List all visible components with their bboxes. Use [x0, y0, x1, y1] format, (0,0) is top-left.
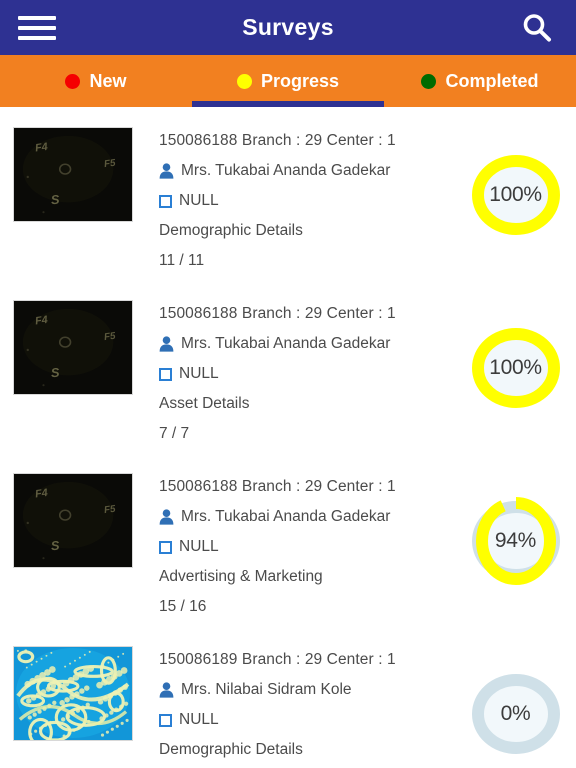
question-count: 15 / 16	[159, 598, 207, 615]
person-row: Mrs. Tukabai Ananda Gadekar	[159, 502, 463, 532]
list-item-details: 150086188 Branch : 29 Center : 1 Mrs. Tuk…	[133, 467, 463, 622]
svg-text:F4: F4	[34, 141, 48, 155]
status-row: NULL	[159, 532, 463, 562]
survey-name: Demographic Details	[159, 222, 303, 239]
survey-thumbnail[interactable]: F4 F5 S	[13, 473, 133, 568]
status-label: NULL	[179, 365, 219, 382]
status-row: NULL	[159, 705, 463, 735]
status-label: NULL	[179, 192, 219, 209]
survey-name: Asset Details	[159, 395, 250, 412]
checkbox-unchecked-icon[interactable]	[159, 713, 172, 727]
tab-completed[interactable]: Completed	[384, 55, 576, 107]
tab-bar: New Progress Completed	[0, 55, 576, 107]
checkbox-unchecked-icon[interactable]	[159, 194, 172, 208]
survey-name: Advertising & Marketing	[159, 568, 323, 585]
tab-label: Progress	[260, 70, 340, 91]
svg-text:F5: F5	[103, 158, 116, 171]
hamburger-bar	[18, 25, 56, 30]
tab-new[interactable]: New	[0, 55, 192, 107]
progress-ring: 0%	[468, 670, 564, 758]
tab-label: New	[89, 70, 127, 91]
person-name: Mrs. Tukabai Ananda Gadekar	[181, 162, 391, 179]
question-count: 11 / 11	[159, 252, 205, 269]
checkbox-unchecked-icon[interactable]	[159, 540, 172, 554]
person-icon	[159, 336, 174, 352]
survey-id-line: 150086188 Branch : 29 Center : 1	[159, 478, 396, 495]
list-item[interactable]: F4 F5 S 150086188 Branch : 29 Center : 1 Mrs…	[0, 462, 576, 635]
survey-list: F4 F5 S 150086188 Branch : 29 Center : 1 Mrs…	[0, 107, 576, 768]
progress-ring: 100%	[468, 151, 564, 239]
tab-progress[interactable]: Progress	[192, 55, 384, 107]
survey-thumbnail[interactable]: F4 F5 S	[13, 127, 133, 222]
person-name: Mrs. Nilabai Sidram Kole	[181, 681, 352, 698]
status-row: NULL	[159, 359, 463, 389]
person-icon	[159, 163, 174, 179]
survey-id-line: 150086188 Branch : 29 Center : 1	[159, 132, 396, 149]
list-item-details: 150086189 Branch : 29 Center : 1 Mrs. Nil…	[133, 640, 463, 768]
person-name: Mrs. Tukabai Ananda Gadekar	[181, 335, 391, 352]
progress-ring-wrapper: 94%	[463, 471, 568, 611]
progress-ring-wrapper: 100%	[463, 125, 568, 265]
status-label: NULL	[179, 538, 219, 555]
list-item-details: 150086188 Branch : 29 Center : 1 Mrs. Tuk…	[133, 121, 463, 276]
list-item[interactable]: F4 F5 S 150086188 Branch : 29 Center : 1 Mrs…	[0, 289, 576, 462]
progress-ring-wrapper: 0%	[463, 644, 568, 768]
tab-status-dot	[421, 73, 437, 89]
progress-ring: 100%	[468, 324, 564, 412]
person-row: Mrs. Tukabai Ananda Gadekar	[159, 329, 463, 359]
hamburger-bar	[18, 15, 56, 20]
progress-ring-wrapper: 100%	[463, 298, 568, 438]
page-title: Surveys	[242, 14, 334, 40]
list-item[interactable]: 150086189 Branch : 29 Center : 1 Mrs. Nil…	[0, 635, 576, 768]
search-icon[interactable]	[516, 7, 558, 49]
svg-text:F4: F4	[34, 487, 48, 501]
progress-ring: 94%	[468, 497, 564, 585]
person-row: Mrs. Tukabai Ananda Gadekar	[159, 156, 463, 186]
survey-thumbnail[interactable]	[13, 646, 133, 741]
status-row: NULL	[159, 186, 463, 216]
svg-text:F5: F5	[103, 331, 116, 344]
progress-percent-label: 0%	[500, 702, 531, 725]
checkbox-unchecked-icon[interactable]	[159, 367, 172, 381]
hamburger-bar	[18, 35, 56, 40]
status-label: NULL	[179, 711, 219, 728]
person-name: Mrs. Tukabai Ananda Gadekar	[181, 508, 391, 525]
progress-percent-label: 94%	[494, 529, 537, 552]
person-row: Mrs. Nilabai Sidram Kole	[159, 675, 463, 705]
list-item[interactable]: F4 F5 S 150086188 Branch : 29 Center : 1 Mrs…	[0, 116, 576, 289]
question-count: 7 / 7	[159, 425, 190, 442]
survey-id-line: 150086188 Branch : 29 Center : 1	[159, 305, 396, 322]
tab-status-dot	[65, 73, 81, 89]
person-icon	[159, 682, 174, 698]
app-bar: Surveys	[0, 0, 576, 55]
svg-text:F4: F4	[34, 314, 48, 328]
person-icon	[159, 509, 174, 525]
tab-label: Completed	[445, 70, 539, 91]
tab-status-dot	[236, 73, 252, 89]
svg-text:F5: F5	[103, 504, 116, 517]
list-item-details: 150086188 Branch : 29 Center : 1 Mrs. Tuk…	[133, 294, 463, 449]
hamburger-menu-icon[interactable]	[18, 13, 56, 43]
survey-name: Demographic Details	[159, 741, 303, 758]
survey-thumbnail[interactable]: F4 F5 S	[13, 300, 133, 395]
survey-id-line: 150086189 Branch : 29 Center : 1	[159, 651, 396, 668]
progress-percent-label: 100%	[489, 356, 542, 379]
progress-percent-label: 100%	[489, 183, 542, 206]
active-tab-indicator	[192, 101, 384, 107]
